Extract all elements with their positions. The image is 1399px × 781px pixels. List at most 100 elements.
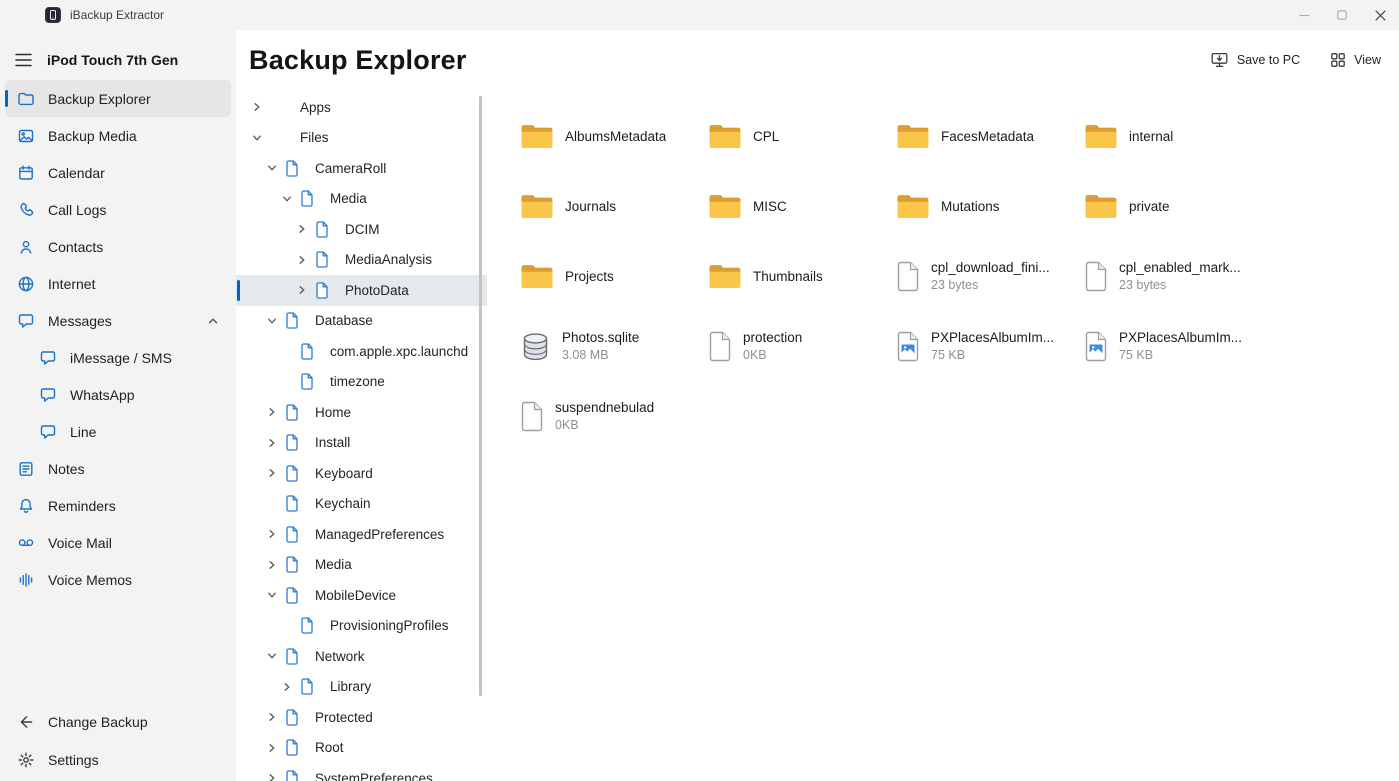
image-file-icon	[896, 331, 920, 362]
sidebar-item-contacts[interactable]: Contacts	[5, 228, 231, 265]
sidebar-item-label: Notes	[48, 461, 85, 477]
sidebar-item-imessage-sms[interactable]: iMessage / SMS	[5, 339, 231, 376]
chevron-right-icon[interactable]	[282, 682, 300, 692]
tree-item-com-apple-xpc-launchd[interactable]: com.apple.xpc.launchd	[236, 336, 487, 367]
chevron-down-icon[interactable]	[267, 651, 285, 661]
tree-item-media[interactable]: Media	[236, 550, 487, 581]
sidebar-item-call-logs[interactable]: Call Logs	[5, 191, 231, 228]
file-item-protection[interactable]: protection0KB	[708, 322, 896, 370]
sidebar-item-whatsapp[interactable]: WhatsApp	[5, 376, 231, 413]
view-button[interactable]: View	[1330, 52, 1381, 68]
folder-item-private[interactable]: private	[1084, 182, 1272, 230]
sidebar-item-backup-media[interactable]: Backup Media	[5, 117, 231, 154]
sidebar-item-calendar[interactable]: Calendar	[5, 154, 231, 191]
chevron-down-icon[interactable]	[267, 163, 285, 173]
folder-item-journals[interactable]: Journals	[520, 182, 708, 230]
chevron-right-icon[interactable]	[267, 529, 285, 539]
device-row: iPod Touch 7th Gen	[0, 44, 236, 76]
document-icon	[315, 221, 341, 238]
tree-item-photodata[interactable]: PhotoData	[236, 275, 487, 306]
chevron-down-icon[interactable]	[267, 590, 285, 600]
chevron-down-icon[interactable]	[267, 316, 285, 326]
chevron-down-icon[interactable]	[282, 194, 300, 204]
chevron-right-icon[interactable]	[267, 712, 285, 722]
save-to-pc-icon	[1210, 51, 1229, 69]
tree-item-files[interactable]: Files	[236, 123, 487, 154]
chevron-right-icon[interactable]	[297, 224, 315, 234]
chevron-right-icon[interactable]	[267, 743, 285, 753]
tree-item-keyboard[interactable]: Keyboard	[236, 458, 487, 489]
tree-item-cameraroll[interactable]: CameraRoll	[236, 153, 487, 184]
sidebar-item-settings[interactable]: Settings	[5, 741, 231, 779]
file-name: PXPlacesAlbumIm...	[931, 330, 1054, 345]
file-item-pxplacesalbumim[interactable]: PXPlacesAlbumIm...75 KB	[896, 322, 1084, 370]
sidebar-item-messages[interactable]: Messages	[5, 302, 231, 339]
maximize-button[interactable]	[1323, 0, 1361, 30]
file-item-suspendnebulad[interactable]: suspendnebulad0KB	[520, 392, 708, 440]
folder-icon	[1084, 122, 1118, 150]
tree-item-home[interactable]: Home	[236, 397, 487, 428]
chevron-right-icon[interactable]	[267, 407, 285, 417]
folder-item-cpl[interactable]: CPL	[708, 112, 896, 160]
chevron-right-icon[interactable]	[297, 255, 315, 265]
chevron-down-icon[interactable]	[252, 133, 270, 143]
folder-icon	[708, 262, 742, 290]
sidebar-item-voice-memos[interactable]: Voice Memos	[5, 561, 231, 598]
minimize-button[interactable]	[1285, 0, 1323, 30]
tree-item-media[interactable]: Media	[236, 184, 487, 215]
tree-item-managedpreferences[interactable]: ManagedPreferences	[236, 519, 487, 550]
folder-item-facesmetadata[interactable]: FacesMetadata	[896, 112, 1084, 160]
sidebar-footer: Change BackupSettings	[0, 703, 236, 781]
sidebar-item-reminders[interactable]: Reminders	[5, 487, 231, 524]
file-name: FacesMetadata	[941, 129, 1034, 144]
folder-item-internal[interactable]: internal	[1084, 112, 1272, 160]
file-item-pxplacesalbumim[interactable]: PXPlacesAlbumIm...75 KB	[1084, 322, 1272, 370]
folder-item-albumsmetadata[interactable]: AlbumsMetadata	[520, 112, 708, 160]
tree-item-label: Media	[330, 191, 367, 206]
chevron-right-icon[interactable]	[267, 560, 285, 570]
chevron-right-icon[interactable]	[267, 468, 285, 478]
tree-item-systempreferences[interactable]: SystemPreferences	[236, 763, 487, 781]
sidebar-item-notes[interactable]: Notes	[5, 450, 231, 487]
file-item-cpl-enabled-mark[interactable]: cpl_enabled_mark...23 bytes	[1084, 252, 1272, 300]
tree-item-network[interactable]: Network	[236, 641, 487, 672]
tree-item-apps[interactable]: Apps	[236, 92, 487, 123]
tree-item-install[interactable]: Install	[236, 428, 487, 459]
tree-scrollbar[interactable]	[479, 96, 482, 696]
tree-item-protected[interactable]: Protected	[236, 702, 487, 733]
tree-item-root[interactable]: Root	[236, 733, 487, 764]
chevron-right-icon[interactable]	[267, 773, 285, 781]
chevron-up-icon[interactable]	[207, 315, 219, 327]
tree-item-dcim[interactable]: DCIM	[236, 214, 487, 245]
chevron-right-icon[interactable]	[252, 102, 270, 112]
chevron-right-icon[interactable]	[267, 438, 285, 448]
tree-item-label: timezone	[330, 374, 385, 389]
close-button[interactable]	[1361, 0, 1399, 30]
file-icon	[520, 401, 544, 432]
phone-icon	[17, 201, 35, 219]
folder-item-projects[interactable]: Projects	[520, 252, 708, 300]
tree-item-mobiledevice[interactable]: MobileDevice	[236, 580, 487, 611]
tree-item-library[interactable]: Library	[236, 672, 487, 703]
tree-item-provisioningprofiles[interactable]: ProvisioningProfiles	[236, 611, 487, 642]
tree-item-database[interactable]: Database	[236, 306, 487, 337]
hamburger-menu-icon[interactable]	[15, 53, 32, 67]
tree-item-timezone[interactable]: timezone	[236, 367, 487, 398]
sidebar-item-change-backup[interactable]: Change Backup	[5, 703, 231, 741]
sidebar-item-internet[interactable]: Internet	[5, 265, 231, 302]
sidebar-item-voice-mail[interactable]: Voice Mail	[5, 524, 231, 561]
save-to-pc-button[interactable]: Save to PC	[1210, 51, 1300, 69]
chat-icon	[39, 423, 57, 441]
tree-item-keychain[interactable]: Keychain	[236, 489, 487, 520]
folder-item-misc[interactable]: MISC	[708, 182, 896, 230]
sidebar-item-backup-explorer[interactable]: Backup Explorer	[5, 80, 231, 117]
chevron-right-icon[interactable]	[297, 285, 315, 295]
file-item-photos-sqlite[interactable]: Photos.sqlite3.08 MB	[520, 322, 708, 370]
tree-item-mediaanalysis[interactable]: MediaAnalysis	[236, 245, 487, 276]
grid-view-icon	[1330, 52, 1346, 68]
folder-item-thumbnails[interactable]: Thumbnails	[708, 252, 896, 300]
file-item-cpl-download-fini[interactable]: cpl_download_fini...23 bytes	[896, 252, 1084, 300]
document-icon	[285, 739, 311, 756]
folder-item-mutations[interactable]: Mutations	[896, 182, 1084, 230]
sidebar-item-line[interactable]: Line	[5, 413, 231, 450]
